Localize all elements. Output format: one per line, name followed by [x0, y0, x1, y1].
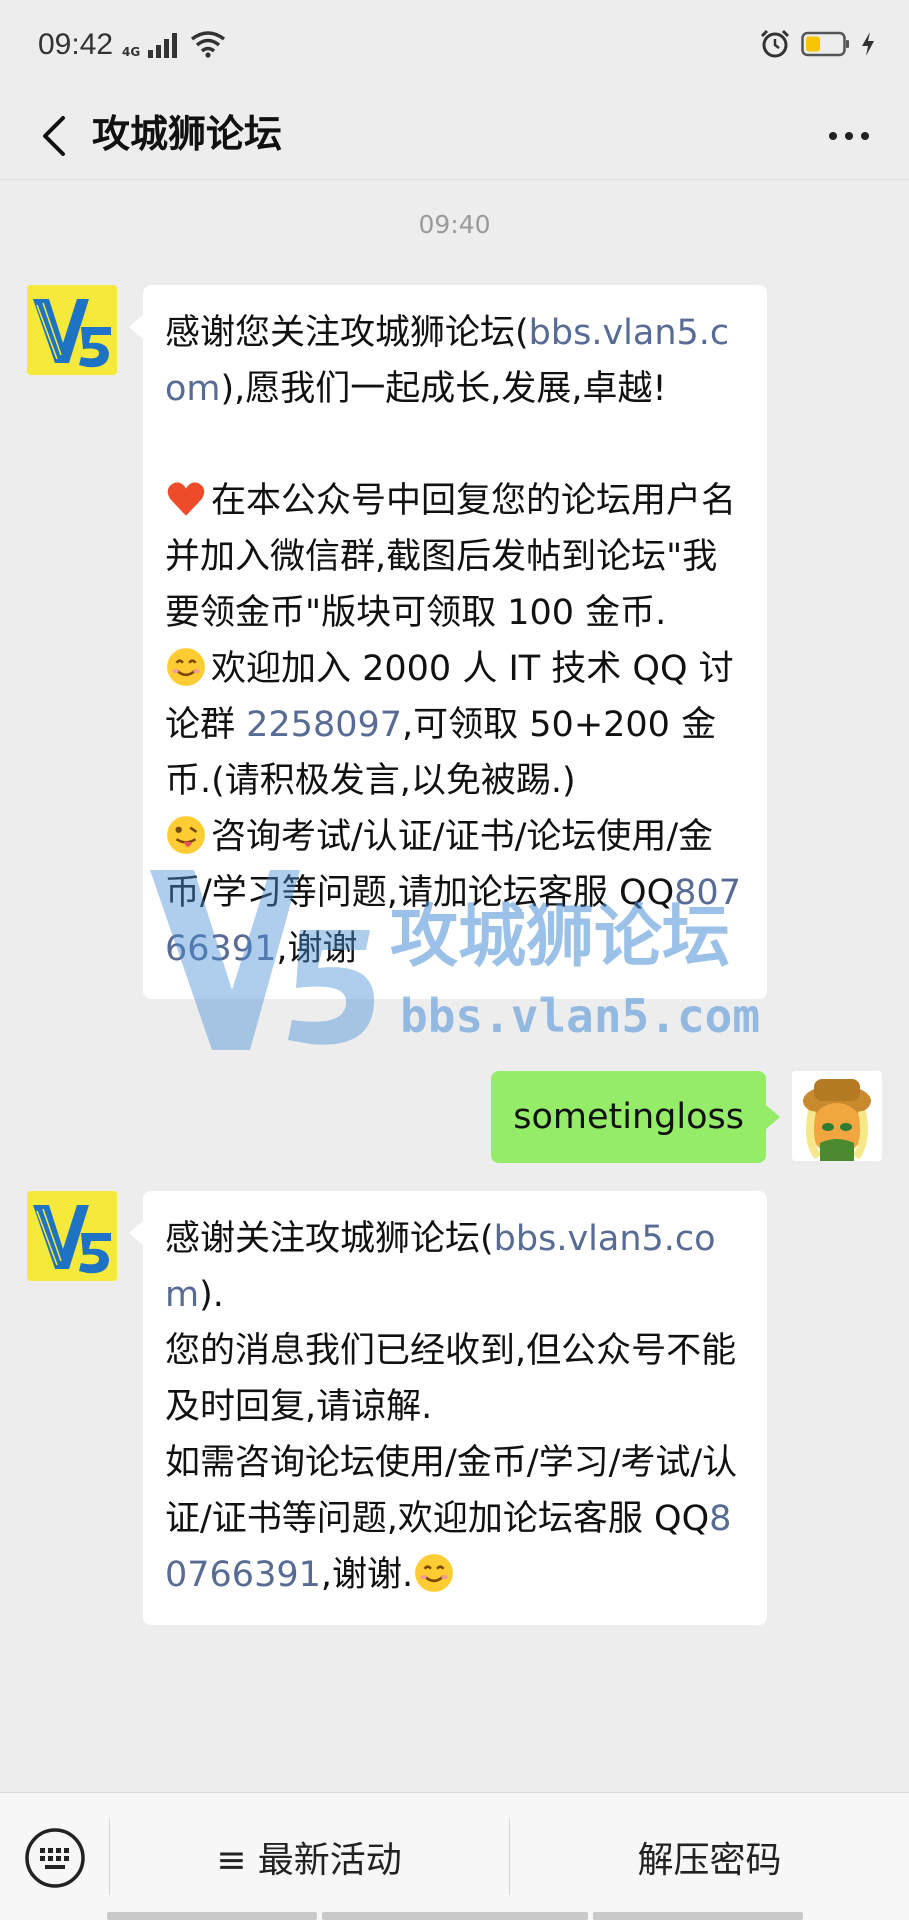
- message-link[interactable]: 2258097: [246, 705, 402, 745]
- my-message-bubble[interactable]: sometingloss: [491, 1071, 780, 1163]
- more-button[interactable]: [819, 106, 879, 166]
- more-dot-icon: [861, 132, 869, 140]
- network-type-label: 4G: [122, 45, 141, 59]
- message-text: ,谢谢.: [320, 1555, 414, 1595]
- more-dot-icon: [829, 132, 837, 140]
- page-title: 攻城狮论坛: [92, 112, 283, 156]
- message-paragraph: 欢迎加入 2000 人 IT 技术 QQ 讨论群 2258097,可领取 50+…: [165, 641, 747, 809]
- back-button[interactable]: [24, 106, 84, 166]
- keyboard-icon: [25, 1828, 85, 1888]
- nav-indicator: [593, 1912, 803, 1920]
- message-text: 如需咨询论坛使用/金币/学习/考试/认证/证书等问题,欢迎加论坛客服 QQ: [165, 1443, 738, 1539]
- message-paragraph: 咨询考试/认证/证书/论坛使用/金币/学习等问题,请加论坛客服 QQ807663…: [165, 809, 747, 977]
- official-avatar[interactable]: [27, 285, 117, 375]
- v5-logo-icon: [27, 285, 117, 375]
- smile-emoji-icon: [413, 1552, 455, 1594]
- title-bar: 攻城狮论坛: [0, 92, 909, 180]
- message-paragraph: 感谢关注攻城狮论坛(bbs.vlan5.com).: [165, 1211, 747, 1323]
- my-message-text: sometingloss: [513, 1097, 744, 1137]
- message-paragraph: 在本公众号中回复您的论坛用户名并加入微信群,截图后发帖到论坛"我要领金币"版块可…: [165, 473, 747, 641]
- charging-icon: [862, 32, 874, 56]
- battery-icon: [801, 31, 849, 57]
- menu-latest-activities[interactable]: ≡ 最新活动: [110, 1793, 508, 1920]
- pony-avatar-icon: [792, 1071, 882, 1161]
- heart-emoji-icon: [165, 478, 207, 520]
- tongue-emoji-icon: [165, 814, 207, 856]
- message-text: 在本公众号中回复您的论坛用户名并加入微信群,截图后发帖到论坛"我要领金币"版块可…: [165, 481, 737, 633]
- menu-unzip-password[interactable]: 解压密码: [510, 1793, 909, 1920]
- message-text: 您的消息我们已经收到,但公众号不能及时回复,请谅解.: [165, 1331, 737, 1427]
- chevron-left-icon: [43, 116, 65, 156]
- bottom-menu-bar: ≡ 最新活动 解压密码: [0, 1792, 909, 1920]
- nav-indicator: [107, 1912, 317, 1920]
- message-text: 咨询考试/认证/证书/论坛使用/金币/学习等问题,请加论坛客服 QQ: [165, 817, 714, 913]
- wifi-icon: [191, 31, 226, 58]
- signal-icon: [148, 33, 178, 58]
- more-dot-icon: [845, 132, 853, 140]
- smile-emoji-icon: [165, 646, 207, 688]
- message-paragraph: 您的消息我们已经收到,但公众号不能及时回复,请谅解.: [165, 1323, 747, 1435]
- message-text: ,谢谢: [276, 929, 358, 969]
- nav-indicator: [322, 1912, 588, 1920]
- message-text: ),愿我们一起成长,发展,卓越!: [220, 369, 667, 409]
- message-timestamp: 09:40: [418, 210, 491, 239]
- official-message-bubble[interactable]: 感谢您关注攻城狮论坛(bbs.vlan5.com),愿我们一起成长,发展,卓越!…: [129, 285, 767, 999]
- status-bar: 09:42 4G: [0, 0, 909, 92]
- message-text: ).: [199, 1275, 224, 1315]
- message-paragraph: 如需咨询论坛使用/金币/学习/考试/认证/证书等问题,欢迎加论坛客服 QQ807…: [165, 1435, 747, 1603]
- message-text: 感谢关注攻城狮论坛(: [165, 1219, 494, 1259]
- message-paragraph: [165, 417, 747, 473]
- status-time: 09:42: [38, 28, 114, 61]
- message-paragraph: 感谢您关注攻城狮论坛(bbs.vlan5.com),愿我们一起成长,发展,卓越!: [165, 305, 747, 417]
- status-system-icons: [759, 28, 875, 60]
- alarm-icon: [760, 29, 790, 58]
- status-network-icons: 4G: [122, 30, 226, 58]
- v5-logo-icon: [27, 1191, 117, 1281]
- official-avatar[interactable]: [27, 1191, 117, 1281]
- my-avatar[interactable]: [792, 1071, 882, 1161]
- keyboard-toggle-button[interactable]: [20, 1823, 90, 1893]
- official-message-bubble[interactable]: 感谢关注攻城狮论坛(bbs.vlan5.com). 您的消息我们已经收到,但公众号…: [129, 1191, 767, 1625]
- message-text: 感谢您关注攻城狮论坛(: [165, 313, 529, 353]
